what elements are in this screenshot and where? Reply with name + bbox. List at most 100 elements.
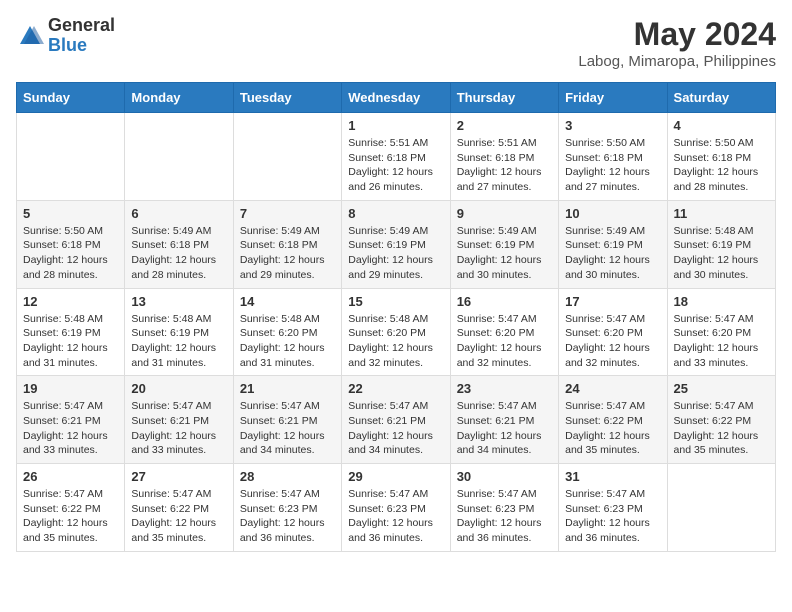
day-info: Sunrise: 5:48 AM Sunset: 6:20 PM Dayligh… (240, 312, 335, 371)
calendar-body: 1 Sunrise: 5:51 AM Sunset: 6:18 PM Daylig… (17, 113, 776, 552)
calendar-cell: 23 Sunrise: 5:47 AM Sunset: 6:21 PM Dayli… (450, 376, 558, 464)
calendar-cell: 14 Sunrise: 5:48 AM Sunset: 6:20 PM Dayli… (233, 288, 341, 376)
day-info: Sunrise: 5:49 AM Sunset: 6:18 PM Dayligh… (131, 224, 226, 283)
day-info: Sunrise: 5:47 AM Sunset: 6:20 PM Dayligh… (674, 312, 769, 371)
day-number: 18 (674, 294, 769, 309)
col-header-friday: Friday (559, 83, 667, 113)
day-info: Sunrise: 5:50 AM Sunset: 6:18 PM Dayligh… (565, 136, 660, 195)
day-info: Sunrise: 5:47 AM Sunset: 6:23 PM Dayligh… (348, 487, 443, 546)
day-info: Sunrise: 5:47 AM Sunset: 6:22 PM Dayligh… (131, 487, 226, 546)
calendar-cell: 3 Sunrise: 5:50 AM Sunset: 6:18 PM Daylig… (559, 113, 667, 201)
week-row-5: 26 Sunrise: 5:47 AM Sunset: 6:22 PM Dayli… (17, 464, 776, 552)
day-info: Sunrise: 5:47 AM Sunset: 6:21 PM Dayligh… (23, 399, 118, 458)
day-number: 27 (131, 469, 226, 484)
week-row-1: 1 Sunrise: 5:51 AM Sunset: 6:18 PM Daylig… (17, 113, 776, 201)
day-number: 28 (240, 469, 335, 484)
calendar-cell (667, 464, 775, 552)
day-number: 13 (131, 294, 226, 309)
day-number: 14 (240, 294, 335, 309)
calendar-cell: 22 Sunrise: 5:47 AM Sunset: 6:21 PM Dayli… (342, 376, 450, 464)
day-info: Sunrise: 5:47 AM Sunset: 6:23 PM Dayligh… (240, 487, 335, 546)
calendar-cell: 21Sunrise: 5:47 AM Sunset: 6:21 PM Dayli… (233, 376, 341, 464)
calendar-cell: 5 Sunrise: 5:50 AM Sunset: 6:18 PM Daylig… (17, 200, 125, 288)
col-header-wednesday: Wednesday (342, 83, 450, 113)
calendar-cell: 6Sunrise: 5:49 AM Sunset: 6:18 PM Daylig… (125, 200, 233, 288)
day-info: Sunrise: 5:47 AM Sunset: 6:20 PM Dayligh… (565, 312, 660, 371)
day-number: 30 (457, 469, 552, 484)
col-header-monday: Monday (125, 83, 233, 113)
day-number: 17 (565, 294, 660, 309)
day-number: 1 (348, 118, 443, 133)
col-header-sunday: Sunday (17, 83, 125, 113)
day-number: 11 (674, 206, 769, 221)
week-row-2: 5 Sunrise: 5:50 AM Sunset: 6:18 PM Daylig… (17, 200, 776, 288)
day-info: Sunrise: 5:47 AM Sunset: 6:21 PM Dayligh… (240, 399, 335, 458)
day-number: 8 (348, 206, 443, 221)
day-info: Sunrise: 5:49 AM Sunset: 6:19 PM Dayligh… (565, 224, 660, 283)
day-info: Sunrise: 5:49 AM Sunset: 6:19 PM Dayligh… (457, 224, 552, 283)
calendar-cell: 16Sunrise: 5:47 AM Sunset: 6:20 PM Dayli… (450, 288, 558, 376)
day-info: Sunrise: 5:47 AM Sunset: 6:21 PM Dayligh… (457, 399, 552, 458)
day-info: Sunrise: 5:48 AM Sunset: 6:19 PM Dayligh… (131, 312, 226, 371)
header-row: SundayMondayTuesdayWednesdayThursdayFrid… (17, 83, 776, 113)
page-header: General Blue May 2024 Labog, Mimaropa, P… (16, 16, 776, 70)
logo-blue: Blue (48, 36, 115, 56)
day-number: 20 (131, 381, 226, 396)
day-info: Sunrise: 5:50 AM Sunset: 6:18 PM Dayligh… (23, 224, 118, 283)
day-info: Sunrise: 5:47 AM Sunset: 6:23 PM Dayligh… (565, 487, 660, 546)
logo-icon (16, 22, 44, 50)
calendar-cell: 26 Sunrise: 5:47 AM Sunset: 6:22 PM Dayli… (17, 464, 125, 552)
day-number: 10 (565, 206, 660, 221)
day-info: Sunrise: 5:48 AM Sunset: 6:19 PM Dayligh… (23, 312, 118, 371)
calendar-table: SundayMondayTuesdayWednesdayThursdayFrid… (16, 82, 776, 552)
calendar-cell: 28 Sunrise: 5:47 AM Sunset: 6:23 PM Dayli… (233, 464, 341, 552)
calendar-cell: 2 Sunrise: 5:51 AM Sunset: 6:18 PM Daylig… (450, 113, 558, 201)
day-info: Sunrise: 5:47 AM Sunset: 6:21 PM Dayligh… (348, 399, 443, 458)
calendar-cell (17, 113, 125, 201)
day-info: Sunrise: 5:49 AM Sunset: 6:19 PM Dayligh… (348, 224, 443, 283)
calendar-cell: 11 Sunrise: 5:48 AM Sunset: 6:19 PM Dayli… (667, 200, 775, 288)
day-info: Sunrise: 5:47 AM Sunset: 6:20 PM Dayligh… (457, 312, 552, 371)
day-info: Sunrise: 5:51 AM Sunset: 6:18 PM Dayligh… (457, 136, 552, 195)
calendar-cell: 18 Sunrise: 5:47 AM Sunset: 6:20 PM Dayli… (667, 288, 775, 376)
col-header-saturday: Saturday (667, 83, 775, 113)
day-number: 22 (348, 381, 443, 396)
calendar-cell: 17 Sunrise: 5:47 AM Sunset: 6:20 PM Dayli… (559, 288, 667, 376)
calendar-cell: 27 Sunrise: 5:47 AM Sunset: 6:22 PM Dayli… (125, 464, 233, 552)
logo-general: General (48, 16, 115, 36)
day-number: 3 (565, 118, 660, 133)
day-number: 23 (457, 381, 552, 396)
logo-text: General Blue (48, 16, 115, 56)
calendar-cell: 15Sunrise: 5:48 AM Sunset: 6:20 PM Dayli… (342, 288, 450, 376)
day-number: 31 (565, 469, 660, 484)
day-number: 5 (23, 206, 118, 221)
week-row-4: 19Sunrise: 5:47 AM Sunset: 6:21 PM Dayli… (17, 376, 776, 464)
day-number: 2 (457, 118, 552, 133)
day-info: Sunrise: 5:48 AM Sunset: 6:19 PM Dayligh… (674, 224, 769, 283)
calendar-cell: 12 Sunrise: 5:48 AM Sunset: 6:19 PM Dayli… (17, 288, 125, 376)
logo: General Blue (16, 16, 115, 56)
day-info: Sunrise: 5:47 AM Sunset: 6:21 PM Dayligh… (131, 399, 226, 458)
day-info: Sunrise: 5:47 AM Sunset: 6:23 PM Dayligh… (457, 487, 552, 546)
calendar-cell: 25Sunrise: 5:47 AM Sunset: 6:22 PM Dayli… (667, 376, 775, 464)
calendar-cell: 8 Sunrise: 5:49 AM Sunset: 6:19 PM Daylig… (342, 200, 450, 288)
day-number: 25 (674, 381, 769, 396)
calendar-cell: 10 Sunrise: 5:49 AM Sunset: 6:19 PM Dayli… (559, 200, 667, 288)
day-number: 7 (240, 206, 335, 221)
calendar-cell: 24Sunrise: 5:47 AM Sunset: 6:22 PM Dayli… (559, 376, 667, 464)
calendar-cell: 31 Sunrise: 5:47 AM Sunset: 6:23 PM Dayli… (559, 464, 667, 552)
day-number: 24 (565, 381, 660, 396)
calendar-cell: 7Sunrise: 5:49 AM Sunset: 6:18 PM Daylig… (233, 200, 341, 288)
day-info: Sunrise: 5:51 AM Sunset: 6:18 PM Dayligh… (348, 136, 443, 195)
day-number: 12 (23, 294, 118, 309)
col-header-thursday: Thursday (450, 83, 558, 113)
calendar-cell: 29 Sunrise: 5:47 AM Sunset: 6:23 PM Dayli… (342, 464, 450, 552)
calendar-cell (125, 113, 233, 201)
day-info: Sunrise: 5:47 AM Sunset: 6:22 PM Dayligh… (23, 487, 118, 546)
location-subtitle: Labog, Mimaropa, Philippines (578, 53, 776, 70)
day-info: Sunrise: 5:48 AM Sunset: 6:20 PM Dayligh… (348, 312, 443, 371)
month-year-title: May 2024 (578, 16, 776, 53)
day-number: 26 (23, 469, 118, 484)
day-number: 29 (348, 469, 443, 484)
day-number: 9 (457, 206, 552, 221)
